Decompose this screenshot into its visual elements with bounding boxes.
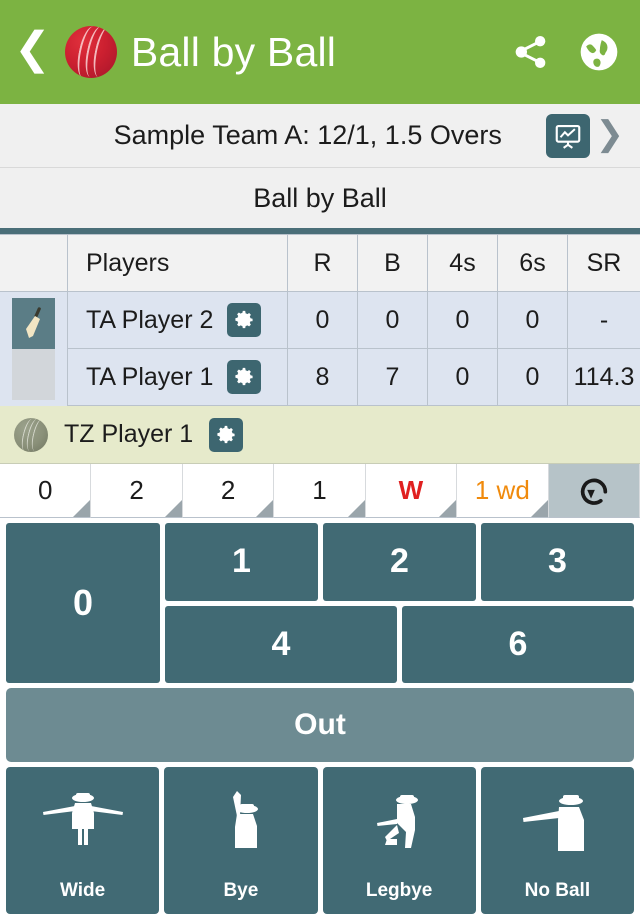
wide-label: Wide [60,880,106,901]
bowling-ball-icon [14,417,48,452]
run-button-1[interactable]: 1 [165,523,318,601]
presentation-chart-icon[interactable] [545,113,590,158]
column-balls: B [358,234,428,292]
strike-indicator-header [0,234,68,292]
globe-icon[interactable] [576,29,622,75]
ball-by-ball-strip: 0 2 2 1 W 1 wd [0,464,640,518]
ball-by-ball-screen: ❮ Ball by Ball Sample Team A: 12/1, 1.5 … [0,0,640,920]
no-ball-label: No Ball [524,880,591,901]
gear-icon[interactable] [227,303,262,337]
strike-indicator-cell[interactable] [0,292,68,406]
ball-entry-extra[interactable]: 1 wd [457,464,549,518]
batsman-fours: 0 [428,292,498,349]
cricket-bat-icon [12,298,55,349]
table-row[interactable]: TA Player 2 0 0 0 0 - [0,292,640,406]
ball-entry[interactable]: 2 [182,464,275,518]
legbye-button[interactable]: Legbye [322,767,476,914]
batsman-balls: 7 [358,349,428,406]
batsman-sixes: 0 [498,292,568,349]
column-players: Players [68,234,288,292]
umpire-legbye-signal-icon [353,767,445,872]
bye-button[interactable]: Bye [164,767,318,914]
score-summary: Sample Team A: 12/1, 1.5 Overs [113,120,502,150]
run-button-2[interactable]: 2 [323,523,476,601]
undo-icon[interactable] [548,464,640,518]
bowler-name: TZ Player 1 [64,420,194,448]
column-strike-rate: SR [568,234,640,292]
umpire-no-ball-signal-icon [511,767,603,872]
legbye-label: Legbye [365,880,433,901]
batsman-sixes: 0 [498,349,568,406]
batsman-name: TA Player 2 [86,305,214,334]
cricket-ball-icon [64,26,117,78]
run-button-4[interactable]: 4 [165,605,397,683]
bye-label: Bye [223,880,259,901]
runs-right-group: 1 2 3 4 6 [165,523,634,683]
batsman-strike-rate: 114.3 [568,349,640,406]
bowler-row[interactable]: TZ Player 1 [0,406,640,464]
gear-icon[interactable] [209,417,244,452]
batsman-name-cell[interactable]: TA Player 1 [68,349,288,406]
batsman-name: TA Player 1 [86,362,214,391]
wide-button[interactable]: Wide [6,767,160,914]
column-sixes: 6s [498,234,568,292]
ball-entry-wicket[interactable]: W [365,464,458,518]
chevron-right-icon[interactable]: ❯ [596,114,631,158]
app-header: ❮ Ball by Ball [0,0,640,104]
batsman-name-cell[interactable]: TA Player 2 [68,292,288,349]
umpire-wide-signal-icon [37,767,129,872]
out-button[interactable]: Out [6,688,634,762]
scoring-pad: 0 1 2 3 4 6 Out Wide Bye Legbye No Ball [0,518,640,920]
strike-indicator-empty [12,349,55,400]
run-button-3[interactable]: 3 [481,523,634,601]
batsman-runs: 8 [288,349,358,406]
ball-entry[interactable]: 0 [0,464,92,518]
batsman-fours: 0 [428,349,498,406]
runs-row-bottom: 4 6 [165,605,634,683]
run-button-0[interactable]: 0 [6,523,160,683]
score-bar-actions: ❯ [545,113,640,158]
section-title: Ball by Ball [0,168,640,234]
runs-row-top: 1 2 3 [165,523,634,601]
back-chevron-icon[interactable]: ❮ [10,27,57,77]
batsman-runs: 0 [288,292,358,349]
score-bar[interactable]: Sample Team A: 12/1, 1.5 Overs ❯ [0,104,640,168]
column-fours: 4s [428,234,498,292]
run-button-6[interactable]: 6 [402,605,634,683]
batting-table: Players R B 4s 6s SR TA Player 2 0 0 0 0… [0,234,640,406]
page-title: Ball by Ball [130,28,337,75]
batsman-strike-rate: - [568,292,640,349]
gear-icon[interactable] [227,360,262,394]
runs-area: 0 1 2 3 4 6 [6,523,634,683]
ball-entry[interactable]: 2 [91,464,183,518]
table-row[interactable]: TA Player 1 8 7 0 0 114.3 [0,349,640,406]
header-actions [508,29,622,75]
table-header-row: Players R B 4s 6s SR [0,234,640,292]
batsman-balls: 0 [358,292,428,349]
umpire-bye-signal-icon [195,767,287,872]
ball-entry[interactable]: 1 [274,464,366,518]
share-icon[interactable] [508,29,554,75]
extras-row: Wide Bye Legbye No Ball [6,767,634,914]
no-ball-button[interactable]: No Ball [480,767,634,914]
column-runs: R [288,234,358,292]
